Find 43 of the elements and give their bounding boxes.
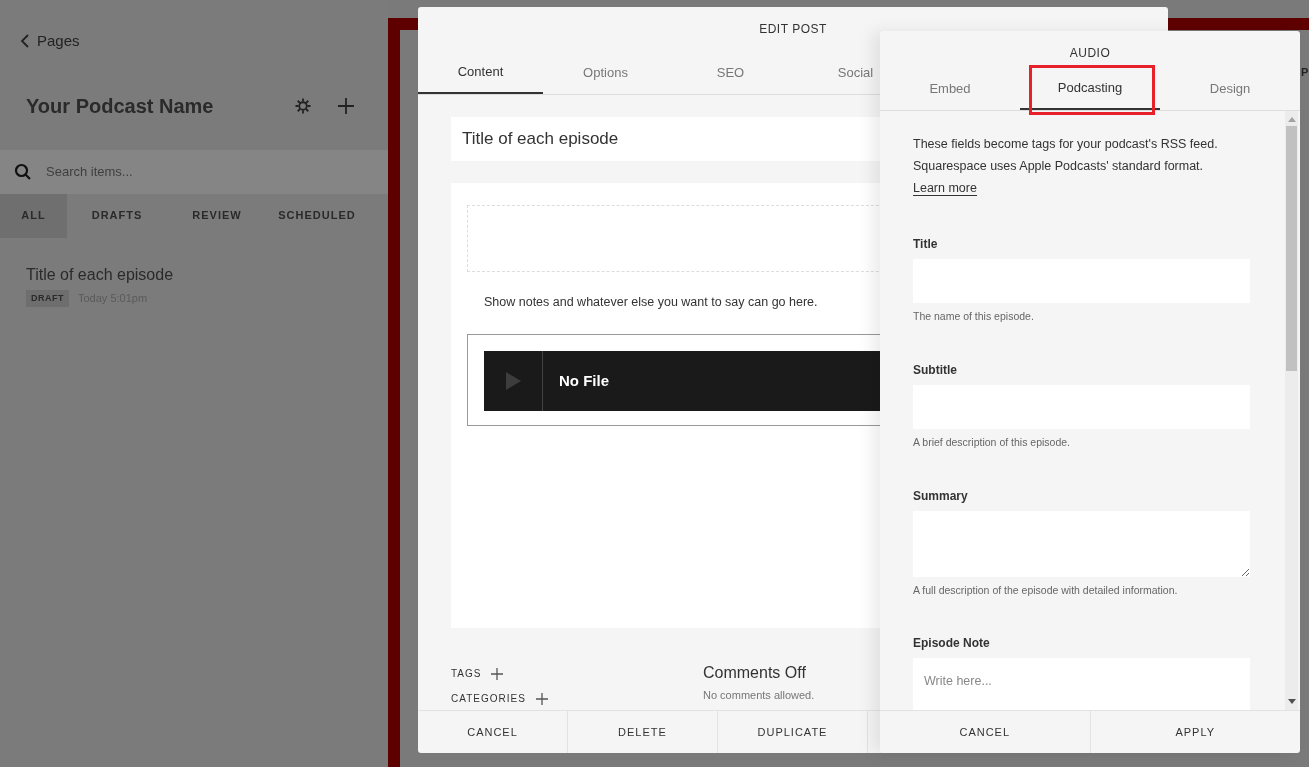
- comments-note: No comments allowed.: [703, 688, 815, 703]
- back-link[interactable]: Pages: [20, 30, 388, 53]
- field-help: The name of this episode.: [913, 309, 1035, 324]
- footer-button[interactable]: APPLY: [1090, 711, 1300, 753]
- scroll-down-icon[interactable]: [1287, 699, 1296, 704]
- field-help: A brief description of this episode.: [913, 434, 1071, 450]
- dialog-tab[interactable]: Options: [543, 51, 668, 94]
- page-text: P: [1301, 66, 1309, 79]
- gear-icon[interactable]: [294, 96, 312, 115]
- scrollbar-thumb[interactable]: [1286, 126, 1297, 371]
- footer-button[interactable]: DELETE: [568, 711, 718, 753]
- field-label: Summary: [913, 487, 969, 505]
- scrollbar[interactable]: [1285, 111, 1298, 710]
- field-help: A full description of the episode with detailed information.: [913, 582, 1179, 598]
- text-area[interactable]: Write here...: [913, 658, 1250, 710]
- footer-button[interactable]: CANCEL: [880, 711, 1091, 753]
- search-field[interactable]: Search items...: [46, 161, 346, 182]
- panel-tab[interactable]: Embed: [880, 67, 1020, 110]
- add-tag-icon[interactable]: [491, 667, 504, 680]
- status-badge: DRAFT: [26, 289, 69, 307]
- search-bar[interactable]: Search items...: [0, 149, 388, 194]
- tags-label: TAGS: [451, 667, 482, 681]
- audio-file-name: No File: [559, 370, 609, 391]
- dialog-tab[interactable]: Content: [418, 51, 543, 94]
- site-title: Your Podcast Name: [26, 93, 215, 119]
- add-category-icon[interactable]: [535, 692, 548, 705]
- play-icon[interactable]: [505, 371, 521, 390]
- chevron-left-icon: [20, 34, 29, 49]
- field-label: Subtitle: [913, 361, 958, 379]
- learn-more-link[interactable]: Learn more: [913, 181, 977, 196]
- field-label: Title: [913, 236, 939, 253]
- footer-button[interactable]: DUPLICATE: [718, 711, 868, 753]
- panel-title: AUDIO: [1069, 45, 1111, 62]
- dialog-title: EDIT POST: [759, 21, 827, 38]
- footer-button[interactable]: CANCEL: [418, 711, 568, 753]
- panel-tab[interactable]: Design: [1160, 67, 1300, 110]
- field-label: Episode Note: [913, 635, 991, 653]
- dialog-tab[interactable]: SEO: [668, 51, 793, 94]
- categories-label: CATEGORIES: [451, 692, 526, 706]
- search-icon: [14, 162, 32, 181]
- add-icon[interactable]: [338, 97, 354, 114]
- comments-status[interactable]: Comments Off: [703, 661, 815, 685]
- scroll-up-icon[interactable]: [1287, 117, 1296, 122]
